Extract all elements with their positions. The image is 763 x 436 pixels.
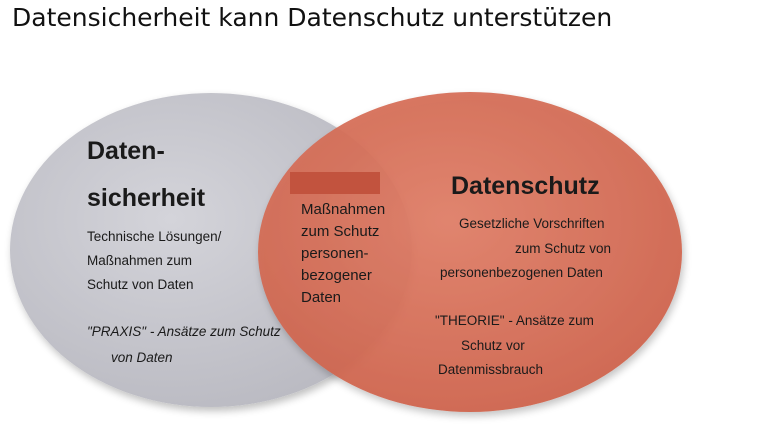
left-note-line1: "PRAXIS" - Ansätze zum Schutz [87, 324, 281, 339]
overlap-line1: Maßnahmen [301, 201, 386, 218]
right-desc-line3: personenbezogenen Daten [440, 265, 603, 280]
left-title-line2: sicherheit [87, 184, 206, 212]
right-note-line3: Datenmissbrauch [438, 362, 544, 377]
overlap-line5: Daten [301, 289, 342, 306]
right-note-line1: "THEORIE" - Ansätze zum [435, 313, 594, 328]
right-desc-line2: zum Schutz von [515, 241, 612, 256]
right-note-line2: Schutz vor [461, 338, 525, 353]
overlap-line2: zum Schutz [301, 223, 380, 240]
overlap-line3: personen- [301, 245, 369, 262]
overlap-line4: bezogener [301, 267, 372, 284]
left-note-line2: von Daten [111, 350, 173, 365]
left-desc-line3: Schutz von Daten [87, 277, 194, 292]
left-desc-line2: Maßnahmen zum [87, 253, 193, 268]
left-desc-line1: Technische Lösungen/ [87, 229, 222, 244]
left-title-line1: Daten- [87, 137, 165, 165]
redaction-bar [290, 172, 380, 194]
right-desc-line1: Gesetzliche Vorschriften [459, 216, 605, 231]
right-title: Datenschutz [451, 172, 600, 200]
